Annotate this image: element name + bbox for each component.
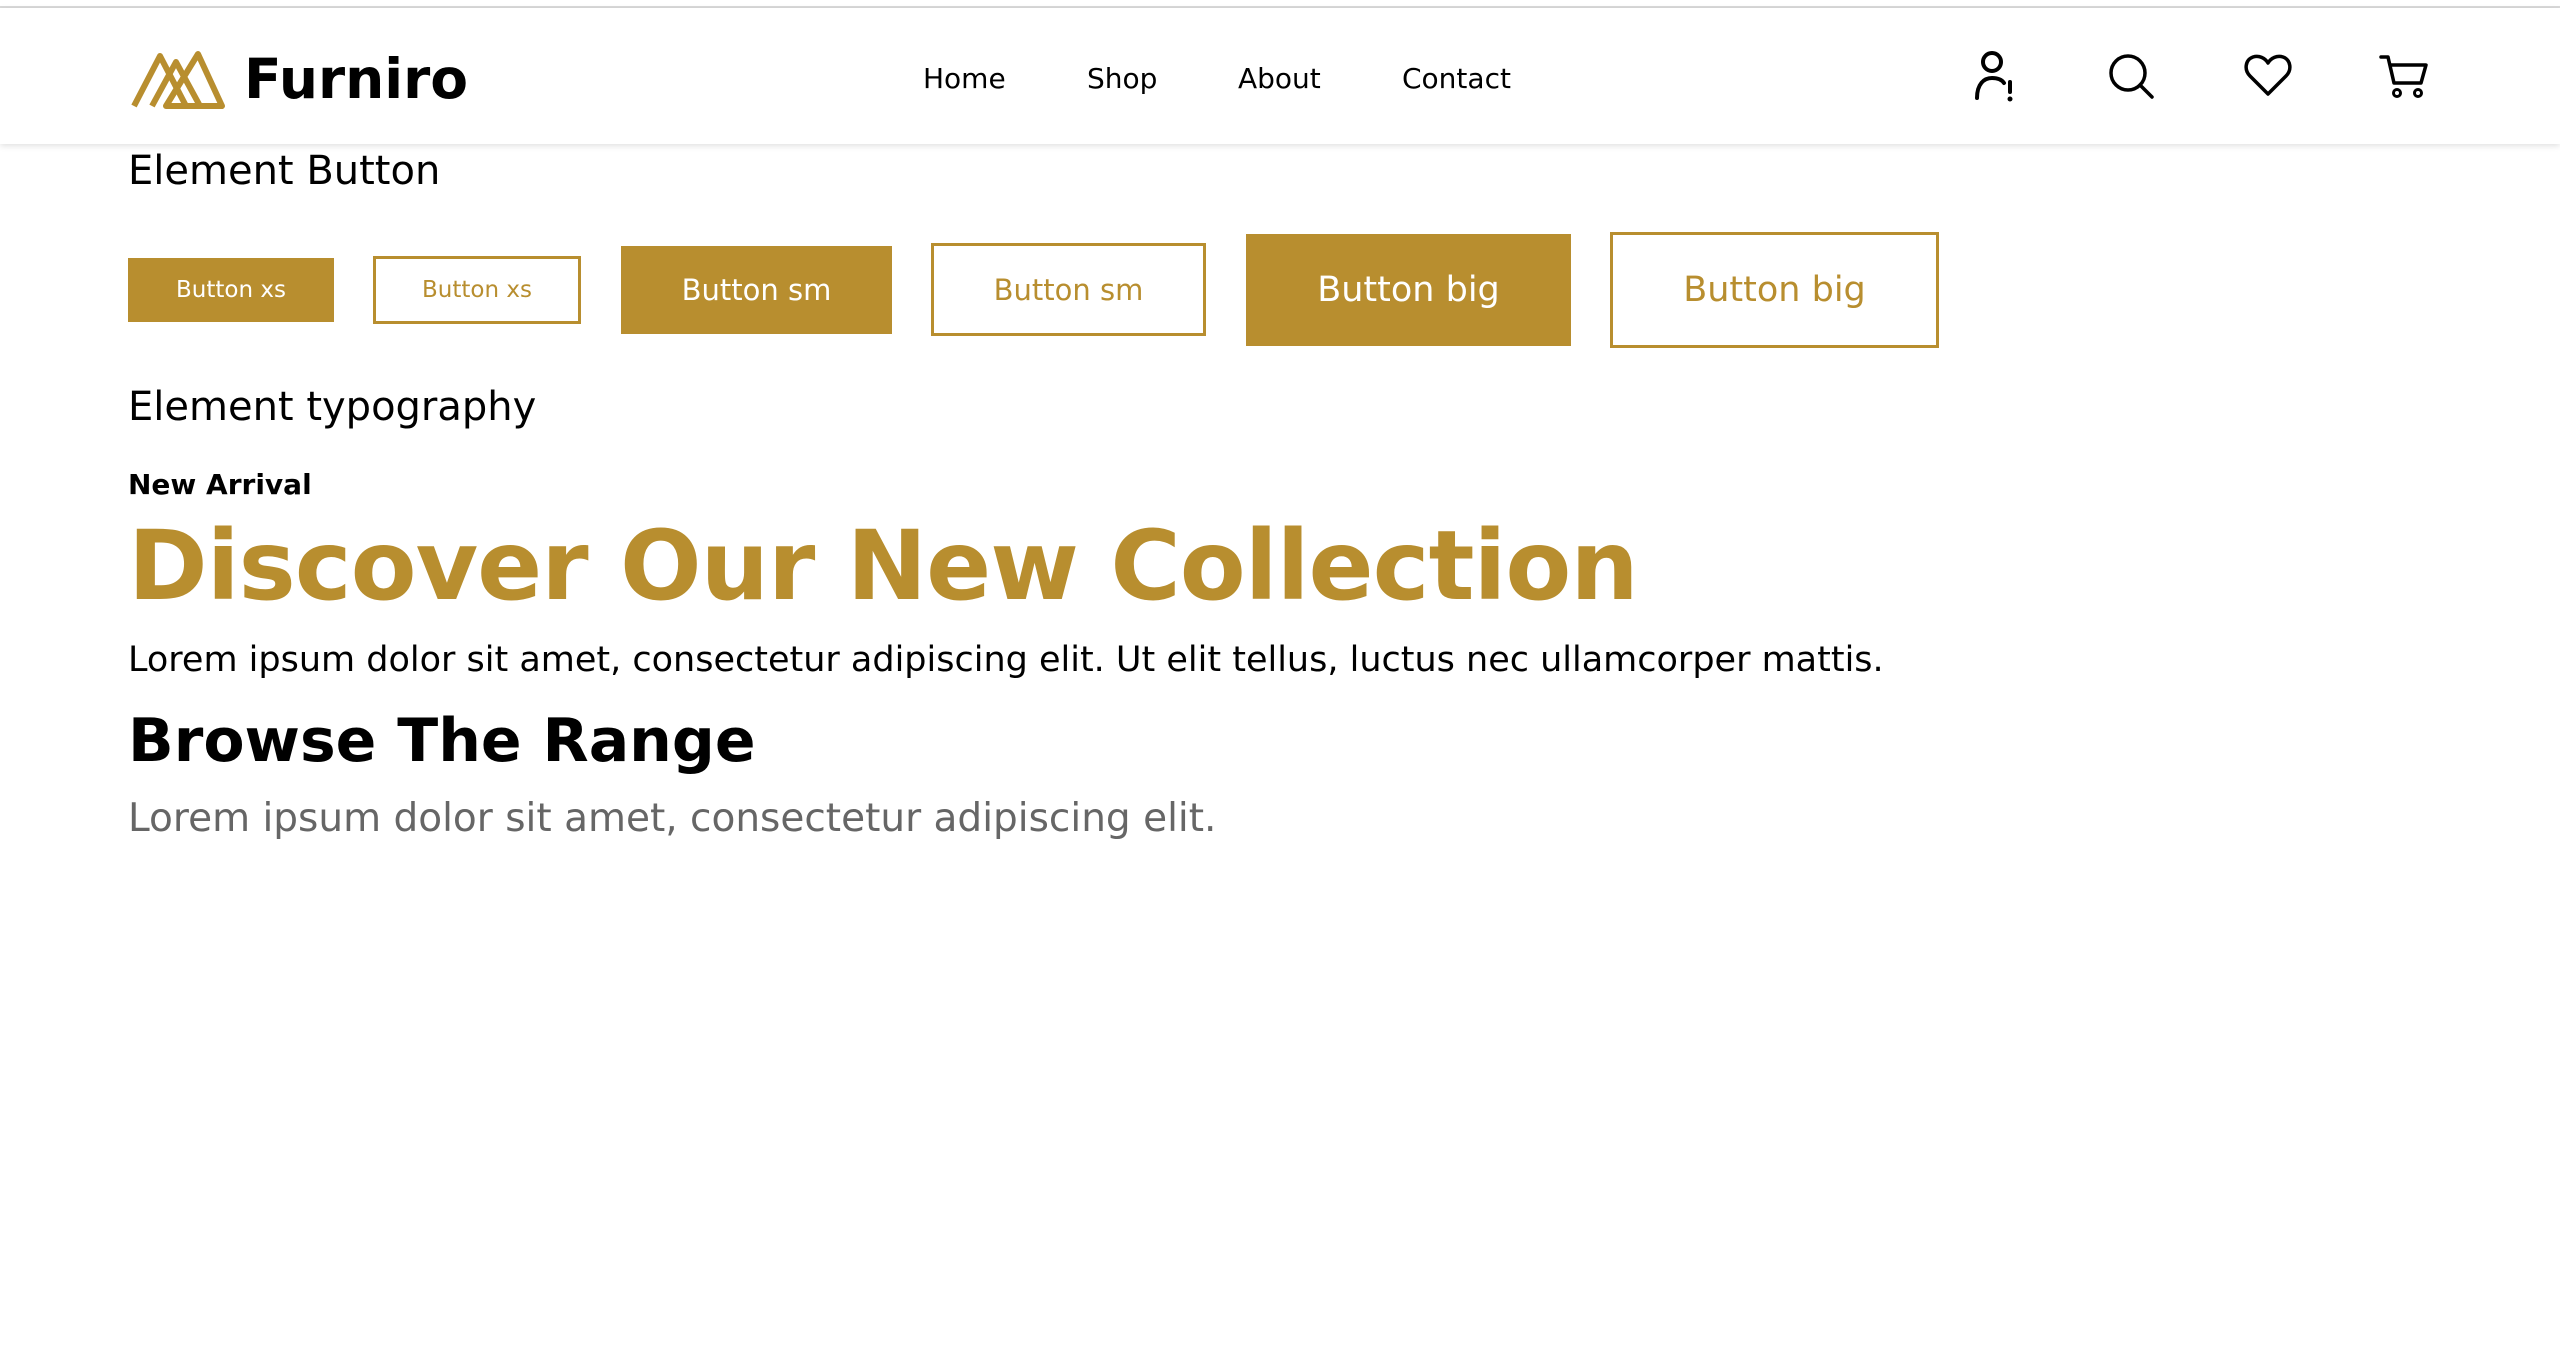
- range-subtitle: Lorem ipsum dolor sit amet, consectetur …: [128, 796, 1217, 841]
- cart-icon[interactable]: [2376, 48, 2432, 104]
- button-big-solid[interactable]: Button big: [1246, 234, 1571, 346]
- button-xs-solid[interactable]: Button xs: [128, 258, 334, 322]
- hero-title: Discover Our New Collection: [128, 510, 1639, 622]
- top-divider: [0, 0, 2560, 8]
- user-alert-icon[interactable]: [1968, 48, 2024, 104]
- heart-icon[interactable]: [2240, 48, 2296, 104]
- eyebrow-label: New Arrival: [128, 468, 312, 501]
- hero-body-text: Lorem ipsum dolor sit amet, consectetur …: [128, 640, 1884, 680]
- section-title-typography: Element typography: [128, 384, 537, 430]
- button-big-outline[interactable]: Button big: [1610, 232, 1939, 348]
- range-title: Browse The Range: [128, 706, 756, 776]
- section-title-buttons: Element Button: [128, 148, 441, 194]
- search-icon[interactable]: [2103, 48, 2159, 104]
- button-sm-solid[interactable]: Button sm: [621, 246, 892, 334]
- button-sm-outline[interactable]: Button sm: [931, 243, 1206, 336]
- site-header: Furniro Home Shop About Contact: [0, 8, 2560, 144]
- button-xs-outline[interactable]: Button xs: [373, 256, 581, 324]
- header-actions: [0, 48, 2560, 108]
